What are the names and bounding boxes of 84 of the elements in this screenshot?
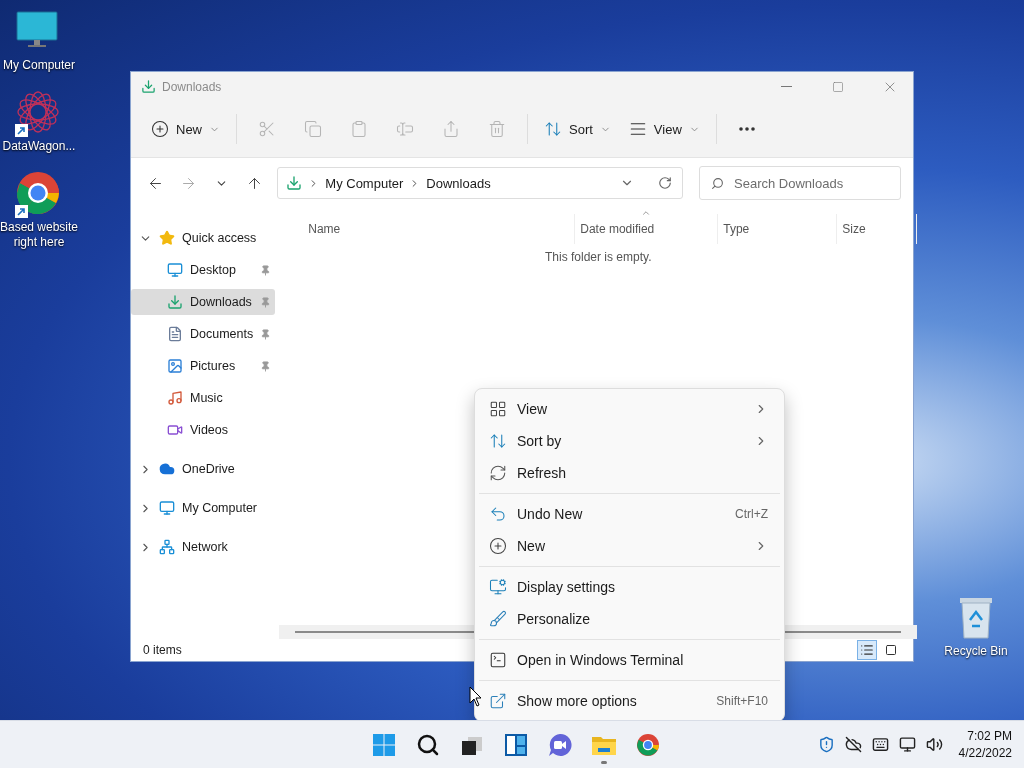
nav-tree-item[interactable]: OneDrive — [131, 456, 276, 482]
window-title: Downloads — [162, 79, 223, 94]
nav-tree-item[interactable]: Network — [131, 534, 276, 560]
computer-icon — [159, 500, 175, 516]
column-header[interactable]: Name — [303, 214, 576, 244]
star-icon — [159, 230, 175, 246]
new-button[interactable]: New — [143, 111, 228, 147]
column-header[interactable]: Date modified — [575, 214, 719, 244]
square-icon — [885, 644, 897, 656]
desktop-icon-label[interactable]: My Computer — [3, 58, 75, 73]
flower-icon — [15, 89, 61, 135]
view-button[interactable]: View — [620, 111, 708, 147]
breadcrumb[interactable]: My Computer — [325, 175, 404, 191]
nav-tree-item[interactable]: Pictures — [131, 353, 276, 379]
music-icon — [167, 390, 183, 406]
menu-item[interactable]: Sort by — [479, 425, 780, 457]
cloud-icon — [159, 461, 175, 477]
nav-tree-item[interactable]: My Computer — [131, 495, 276, 521]
undo-icon — [489, 505, 507, 523]
browser-icon — [15, 170, 61, 216]
search-icon — [416, 733, 440, 757]
view-icon — [628, 120, 647, 138]
shortcut-text: Shift+F10 — [716, 694, 768, 708]
video-icon — [167, 422, 183, 438]
menu-item[interactable]: Refresh — [479, 457, 780, 489]
volume-icon[interactable] — [925, 736, 943, 753]
chat-icon — [547, 732, 573, 758]
menu-item[interactable]: New — [479, 530, 780, 562]
grid-icon — [489, 400, 507, 418]
menu-item[interactable]: Personalize — [479, 603, 780, 635]
nav-tree-item[interactable]: Desktop — [131, 257, 276, 283]
column-header[interactable]: Size — [837, 214, 918, 244]
network-icon — [159, 539, 175, 555]
download-icon — [141, 79, 156, 94]
refresh-icon[interactable] — [658, 176, 672, 190]
nav-tree-item[interactable]: Music — [131, 385, 276, 411]
desktop-icon-label[interactable]: Based website right here — [0, 220, 81, 250]
nav-tree-item[interactable]: Videos — [131, 417, 276, 443]
nav-tree-item[interactable]: Downloads — [131, 289, 276, 315]
menu-item[interactable]: View — [479, 393, 780, 425]
cloud-off-icon[interactable] — [844, 736, 862, 753]
terminal-icon — [489, 651, 507, 669]
widgets-icon — [504, 733, 528, 757]
sort-icon — [544, 120, 562, 138]
search-icon — [711, 177, 724, 190]
breadcrumb[interactable]: Downloads — [426, 175, 491, 191]
column-header[interactable]: Type — [718, 214, 838, 244]
desktop-icon — [167, 262, 183, 278]
clock[interactable]: 7:02 PM 4/22/2022 — [952, 727, 1012, 762]
menu-item[interactable]: Undo New Ctrl+Z — [479, 498, 780, 530]
search-field[interactable]: Search Downloads — [699, 166, 901, 200]
menu-item[interactable]: Show more options Shift+F10 — [479, 685, 780, 717]
recycle-bin-icon[interactable] — [958, 596, 994, 640]
new-icon — [151, 120, 169, 138]
browser-icon — [636, 733, 660, 757]
shield-warning-icon[interactable] — [817, 736, 835, 753]
brush-icon — [489, 610, 507, 628]
empty-folder-message: This folder is empty. — [544, 250, 653, 264]
refresh-icon — [489, 464, 507, 482]
display-icon — [489, 578, 507, 596]
menu-item[interactable]: Open in Windows Terminal — [479, 644, 780, 676]
address-bar[interactable]: My Computer Downloads — [277, 167, 683, 199]
desktop-icon-label[interactable]: Recycle Bin — [944, 644, 1008, 659]
details-view-button[interactable] — [857, 640, 877, 660]
download-icon — [167, 294, 183, 310]
maximize-icon — [832, 80, 844, 93]
item-count: 0 items — [143, 643, 183, 657]
sort-button[interactable]: Sort — [536, 111, 619, 147]
nav-tree-item[interactable]: Quick access — [131, 225, 276, 251]
download-icon — [286, 175, 303, 191]
windows-logo-icon — [372, 733, 396, 757]
keyboard-icon[interactable] — [871, 736, 889, 753]
sort-icon — [489, 432, 507, 450]
picture-icon — [167, 358, 183, 374]
menu-item[interactable]: Display settings — [479, 571, 780, 603]
shortcut-text: Ctrl+Z — [735, 507, 768, 521]
list-icon — [860, 643, 874, 657]
document-icon — [167, 326, 183, 342]
minimize-icon — [780, 86, 792, 87]
external-link-icon — [489, 692, 507, 710]
desktop-icon-label[interactable]: DataWagon... — [2, 139, 76, 154]
nav-tree-item[interactable]: Documents — [131, 321, 276, 347]
plus-icon — [489, 537, 507, 555]
network-icon[interactable] — [898, 736, 916, 753]
